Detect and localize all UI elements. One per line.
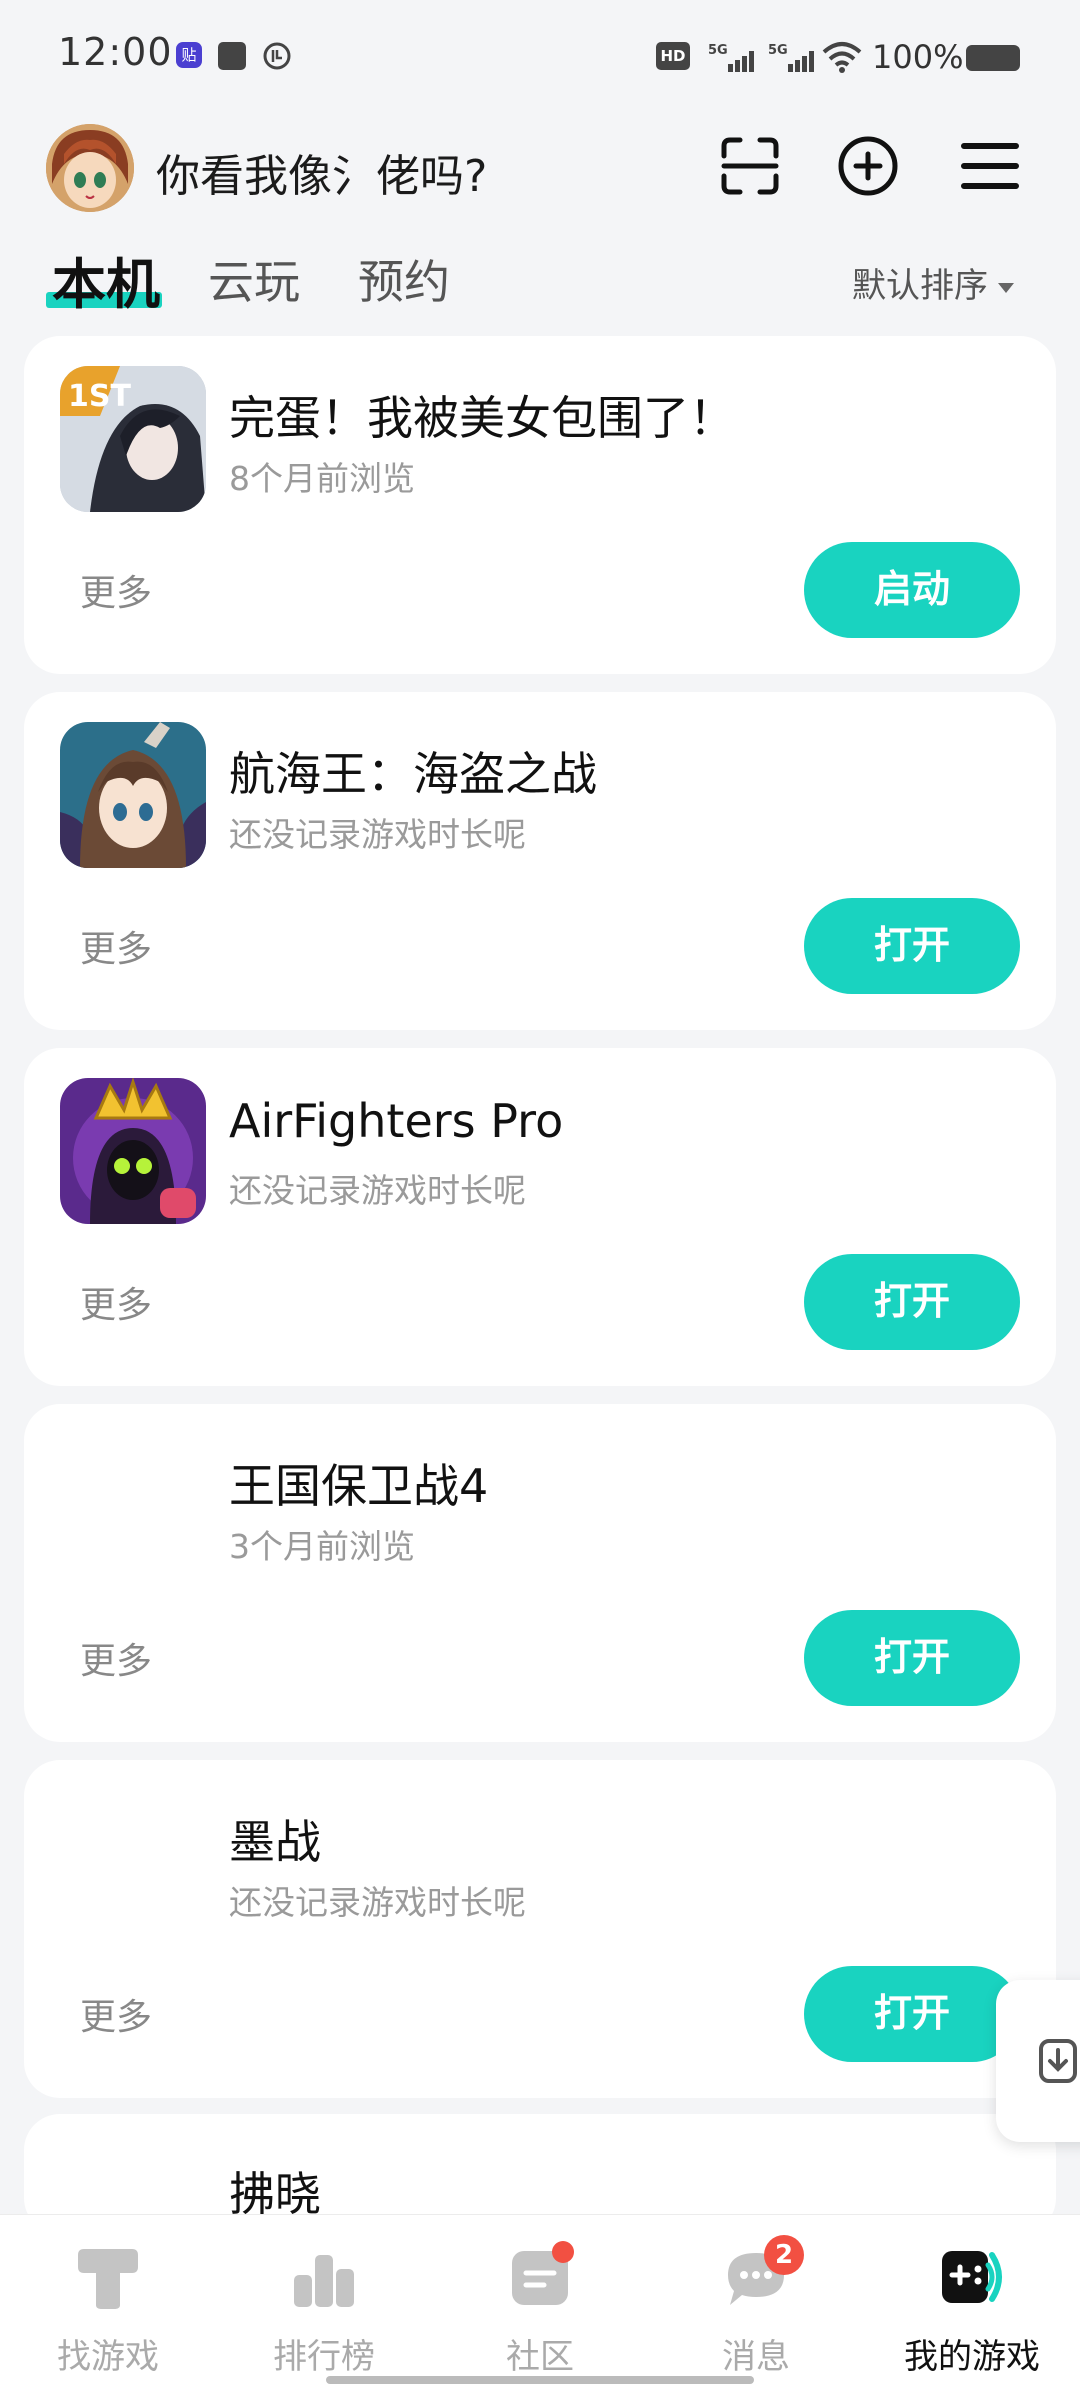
more-button[interactable]: 更多 [80,1988,152,2040]
more-button[interactable]: 更多 [80,920,152,972]
menu-icon[interactable] [958,134,1022,198]
game-last-played: 还没记录游戏时长呢 [229,815,526,854]
scan-icon[interactable] [718,134,782,198]
game-last-played: 还没记录游戏时长呢 [229,1883,526,1922]
game-last-played: 8个月前浏览 [229,459,415,498]
status-bar: 12:00 贴 HD 5G 5G 100% [0,0,1080,110]
open-button[interactable]: 打开 [804,1610,1020,1706]
crown-skull-icon [60,1078,206,1224]
home-indicator [326,2376,754,2384]
download-manager-button[interactable] [996,1980,1080,2142]
nav-label: 找游戏 [57,2337,159,2377]
nav-label: 我的游戏 [904,2337,1040,2377]
open-button[interactable]: 打开 [804,898,1020,994]
nav-label: 社区 [506,2337,574,2377]
game-name: 完蛋！我被美女包围了！ [229,391,735,445]
notification-square-icon [218,42,246,70]
download-icon [1039,2039,1077,2083]
community-badge-dot [552,2241,574,2263]
signal-5g-icon: 5G [708,43,754,72]
tab-local[interactable]: 本机 [52,240,160,319]
nav-find-game[interactable]: 找游戏 [0,2215,216,2388]
game-card[interactable]: 1ST 完蛋！我被美女包围了！ 8个月前浏览 更多 启动 [24,336,1056,674]
nav-ranking[interactable]: 排行榜 [216,2215,432,2388]
sort-dropdown[interactable]: 默认排序 [852,258,1014,307]
game-last-played: 3个月前浏览 [229,1527,415,1566]
game-name: 航海王：海盗之战 [229,747,597,801]
bottom-nav: 找游戏 排行榜 社区 消息 2 我的游戏 [0,2214,1080,2388]
game-card[interactable]: 航海王：海盗之战 还没记录游戏时长呢 更多 打开 [24,692,1056,1030]
game-name: AirFighters Pro [229,1094,564,1148]
anime-girl-icon [60,722,206,868]
tab-reserve[interactable]: 预约 [358,246,450,312]
message-badge: 2 [764,2235,804,2275]
1st-game-icon: 1ST [60,366,206,512]
launch-button[interactable]: 启动 [804,542,1020,638]
game-name: 王国保卫战4 [229,1459,489,1513]
avatar[interactable] [46,124,134,212]
screen: 12:00 贴 HD 5G 5G 100% 你看我像氵佬吗? 本机 云玩 预约 … [0,0,1080,2388]
game-card[interactable]: 墨战 还没记录游戏时长呢 更多 打开 [24,1760,1056,2098]
my-games-icon [942,2251,1002,2303]
avatar-image [46,124,134,212]
notification-app-icon: 贴 [176,42,202,68]
sort-label: 默认排序 [852,266,988,306]
game-card[interactable]: 王国保卫战4 3个月前浏览 更多 打开 [24,1404,1056,1742]
ranking-icon [294,2245,354,2307]
nav-label: 排行榜 [273,2337,375,2377]
game-last-played: 还没记录游戏时长呢 [229,1171,526,1210]
signal-5g-icon-2: 5G [768,43,814,72]
plus-circle-icon[interactable] [836,134,900,198]
open-button[interactable]: 打开 [804,1966,1020,2062]
game-card[interactable]: AirFighters Pro 还没记录游戏时长呢 更多 打开 [24,1048,1056,1386]
page-title[interactable]: 你看我像氵佬吗? [156,140,487,204]
wifi-icon [822,42,862,73]
nav-message[interactable]: 消息 [648,2215,864,2388]
more-button[interactable]: 更多 [80,1276,152,1328]
game-name: 墨战 [229,1815,321,1869]
nav-community[interactable]: 社区 [432,2215,648,2388]
battery-icon [966,45,1020,71]
hd-icon: HD [656,42,690,70]
svg-text:5G: 5G [768,43,788,58]
tab-cloud[interactable]: 云玩 [208,246,300,312]
more-button[interactable]: 更多 [80,564,152,616]
chevron-down-icon [998,282,1014,293]
notification-circle-icon [263,42,291,70]
open-button[interactable]: 打开 [804,1254,1020,1350]
svg-text:5G: 5G [708,43,728,58]
find-game-icon [78,2249,138,2309]
more-button[interactable]: 更多 [80,1632,152,1684]
status-time: 12:00 [58,30,173,74]
svg-text:1ST: 1ST [68,379,131,414]
nav-label: 消息 [722,2337,790,2377]
battery-text: 100% [872,38,964,76]
nav-my-games[interactable]: 我的游戏 [864,2215,1080,2388]
